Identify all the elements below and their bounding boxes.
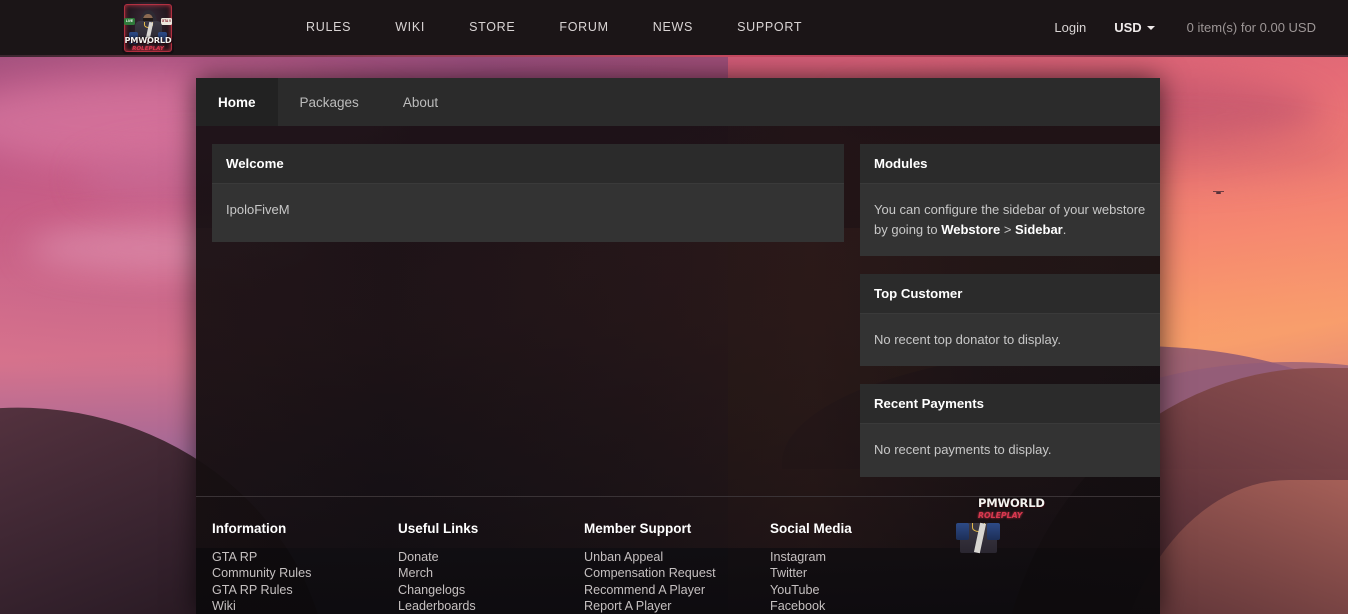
- currency-selector-label: USD: [1114, 20, 1142, 35]
- site-footer: Information GTA RP Community Rules GTA R…: [196, 496, 1160, 614]
- welcome-panel-title: Welcome: [212, 144, 844, 184]
- footer-link-twitter[interactable]: Twitter: [770, 565, 956, 581]
- currency-selector[interactable]: USD: [1100, 20, 1168, 35]
- chevron-down-icon: [1146, 25, 1155, 30]
- footer-link-instagram[interactable]: Instagram: [770, 549, 956, 565]
- top-customer-panel-title: Top Customer: [860, 274, 1160, 315]
- footer-link-gta-rp-rules[interactable]: GTA RP Rules: [212, 582, 398, 598]
- footer-heading-information: Information: [212, 521, 287, 537]
- nav-item-support[interactable]: SUPPORT: [715, 0, 824, 55]
- tab-packages[interactable]: Packages: [278, 78, 381, 126]
- modules-text-after: .: [1062, 222, 1067, 238]
- footer-link-recommend-a-player[interactable]: Recommend A Player: [584, 582, 770, 598]
- top-navigation-bar: LIVE GTA V PMWORLD ROLEPLAY RULES WIKI S…: [0, 0, 1348, 55]
- modules-link-webstore: Webstore: [941, 222, 1001, 238]
- modules-panel-body: You can configure the sidebar of your we…: [860, 184, 1160, 257]
- header-accent-line: [0, 55, 1348, 57]
- footer-link-report-a-player[interactable]: Report A Player: [584, 598, 770, 614]
- nav-item-rules[interactable]: RULES: [284, 0, 373, 55]
- footer-heading-member-support: Member Support: [584, 521, 692, 537]
- nav-item-news[interactable]: NEWS: [631, 0, 715, 55]
- footer-link-facebook[interactable]: Facebook: [770, 598, 956, 614]
- helicopter-silhouette: [1212, 190, 1224, 194]
- footer-heading-useful-links: Useful Links: [398, 521, 479, 537]
- footer-link-community-rules[interactable]: Community Rules: [212, 565, 398, 581]
- footer-link-compensation-request[interactable]: Compensation Request: [584, 565, 770, 581]
- footer-column-useful-links: Useful Links Donate Merch Changelogs Lea…: [398, 521, 584, 614]
- footer-link-gta-rp[interactable]: GTA RP: [212, 549, 398, 565]
- footer-column-social-media: Social Media Instagram Twitter YouTube F…: [770, 521, 956, 614]
- cart-summary[interactable]: 0 item(s) for 0.00 USD: [1169, 20, 1324, 35]
- top-customer-panel-body: No recent top donator to display.: [860, 314, 1160, 367]
- recent-payments-panel-title: Recent Payments: [860, 384, 1160, 425]
- footer-link-donate[interactable]: Donate: [398, 549, 584, 565]
- tab-about[interactable]: About: [381, 78, 460, 126]
- tab-home[interactable]: Home: [196, 78, 278, 126]
- store-tab-bar: Home Packages About: [196, 78, 1160, 126]
- recent-payments-panel-body: No recent payments to display.: [860, 424, 1160, 477]
- footer-link-changelogs[interactable]: Changelogs: [398, 582, 584, 598]
- sidebar-column: Modules You can configure the sidebar of…: [860, 144, 1160, 495]
- login-button[interactable]: Login: [1040, 20, 1100, 35]
- footer-link-unban-appeal[interactable]: Unban Appeal: [584, 549, 770, 565]
- welcome-panel: Welcome IpoloFiveM: [212, 144, 844, 243]
- nav-item-forum[interactable]: FORUM: [537, 0, 630, 55]
- footer-column-member-support: Member Support Unban Appeal Compensation…: [584, 521, 770, 614]
- footer-link-youtube[interactable]: YouTube: [770, 582, 956, 598]
- nav-item-wiki[interactable]: WIKI: [373, 0, 447, 55]
- logo-subtitle-text: ROLEPLAY: [132, 46, 164, 52]
- welcome-panel-body: IpoloFiveM: [212, 184, 844, 243]
- footer-heading-social-media: Social Media: [770, 521, 852, 537]
- page-container: Home Packages About Welcome IpoloFiveM M…: [196, 78, 1160, 614]
- user-navigation: Login USD 0 item(s) for 0.00 USD: [1040, 0, 1324, 55]
- recent-payments-panel: Recent Payments No recent payments to di…: [860, 384, 1160, 477]
- footer-link-leaderboards[interactable]: Leaderboards: [398, 598, 584, 614]
- top-customer-panel: Top Customer No recent top donator to di…: [860, 274, 1160, 367]
- main-column: Welcome IpoloFiveM: [212, 144, 844, 260]
- content-area: Welcome IpoloFiveM Modules You can confi…: [196, 126, 1160, 495]
- logo-title-text: PMWORLD: [124, 35, 172, 45]
- logo-tag-left: LIVE: [124, 18, 135, 26]
- site-logo-link[interactable]: LIVE GTA V PMWORLD ROLEPLAY: [122, 2, 174, 54]
- nav-item-store[interactable]: STORE: [447, 0, 537, 55]
- main-navigation: RULES WIKI STORE FORUM NEWS SUPPORT: [284, 0, 824, 55]
- footer-link-merch[interactable]: Merch: [398, 565, 584, 581]
- footer-column-information: Information GTA RP Community Rules GTA R…: [212, 521, 398, 614]
- footer-link-wiki[interactable]: Wiki: [212, 598, 398, 614]
- modules-panel: Modules You can configure the sidebar of…: [860, 144, 1160, 257]
- modules-panel-title: Modules: [860, 144, 1160, 184]
- pmworld-logo-icon: LIVE GTA V PMWORLD ROLEPLAY: [122, 2, 174, 54]
- logo-tag-right: GTA V: [161, 18, 172, 26]
- modules-link-sidebar: Sidebar: [1015, 222, 1063, 238]
- modules-separator: >: [1000, 222, 1016, 238]
